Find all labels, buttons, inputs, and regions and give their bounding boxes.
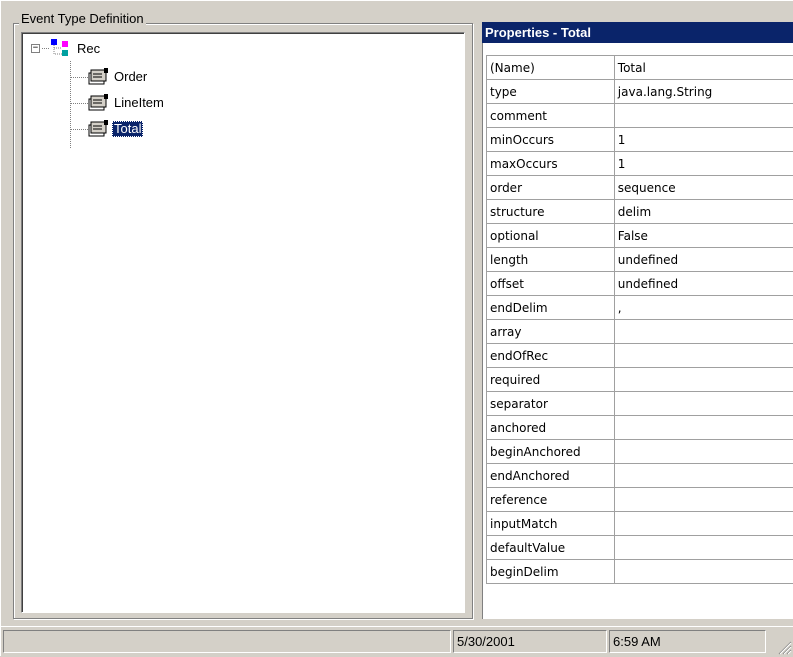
tree-item-label: LineItem [112, 95, 166, 111]
field-property-icon [88, 119, 110, 138]
field-property-icon [88, 93, 110, 112]
property-row[interactable]: offsetundefined [487, 272, 793, 296]
tree-item-label: Order [112, 69, 149, 85]
property-grid: (Name)Totaltypejava.lang.Stringcommentmi… [486, 55, 793, 584]
property-row[interactable]: separator [487, 392, 793, 416]
property-row[interactable]: typejava.lang.String [487, 80, 793, 104]
property-value[interactable] [614, 320, 793, 344]
property-name: length [487, 248, 615, 272]
property-value[interactable]: undefined [614, 248, 793, 272]
tree-connector [70, 77, 88, 78]
tree-item-total[interactable]: Total [22, 118, 466, 140]
property-value[interactable] [614, 536, 793, 560]
status-panel-main [3, 630, 451, 653]
property-row[interactable]: lengthundefined [487, 248, 793, 272]
property-name: comment [487, 104, 615, 128]
property-row[interactable]: required [487, 368, 793, 392]
app-window: Event Type Definition − Rec Order [0, 0, 793, 656]
properties-header: Properties - Total [482, 22, 793, 43]
property-name: required [487, 368, 615, 392]
property-value[interactable] [614, 560, 793, 584]
property-value[interactable] [614, 440, 793, 464]
property-row[interactable]: maxOccurs1 [487, 152, 793, 176]
collapse-toggle[interactable]: − [31, 44, 40, 53]
property-row[interactable]: array [487, 320, 793, 344]
property-value[interactable]: 1 [614, 152, 793, 176]
properties-body: (Name)Totaltypejava.lang.Stringcommentmi… [482, 43, 793, 619]
tree-item-label-selected: Total [112, 121, 143, 137]
property-name: minOccurs [487, 128, 615, 152]
property-row[interactable]: comment [487, 104, 793, 128]
property-row[interactable]: (Name)Total [487, 56, 793, 80]
property-row[interactable]: anchored [487, 416, 793, 440]
property-name: separator [487, 392, 615, 416]
property-row[interactable]: defaultValue [487, 536, 793, 560]
resize-grip-icon[interactable] [778, 641, 792, 655]
property-value[interactable]: , [614, 296, 793, 320]
property-name: type [487, 80, 615, 104]
status-time: 6:59 AM [609, 630, 766, 653]
tree-item-order[interactable]: Order [22, 66, 466, 88]
property-row[interactable]: ordersequence [487, 176, 793, 200]
status-date: 5/30/2001 [453, 630, 607, 653]
property-row[interactable]: reference [487, 488, 793, 512]
property-name: maxOccurs [487, 152, 615, 176]
tree-connector [70, 103, 88, 104]
property-row[interactable]: beginAnchored [487, 440, 793, 464]
property-name: endAnchored [487, 464, 615, 488]
property-row[interactable]: inputMatch [487, 512, 793, 536]
property-value[interactable] [614, 392, 793, 416]
property-row[interactable]: structuredelim [487, 200, 793, 224]
property-row[interactable]: endAnchored [487, 464, 793, 488]
property-name: offset [487, 272, 615, 296]
property-name: (Name) [487, 56, 615, 80]
event-tree[interactable]: − Rec Order [21, 32, 465, 613]
property-row[interactable]: minOccurs1 [487, 128, 793, 152]
property-value[interactable]: java.lang.String [614, 80, 793, 104]
property-name: inputMatch [487, 512, 615, 536]
property-name: array [487, 320, 615, 344]
property-value[interactable] [614, 104, 793, 128]
property-row[interactable]: optionalFalse [487, 224, 793, 248]
property-value[interactable]: undefined [614, 272, 793, 296]
property-value[interactable]: 1 [614, 128, 793, 152]
property-name: endOfRec [487, 344, 615, 368]
record-structure-icon [49, 38, 71, 58]
property-value[interactable] [614, 464, 793, 488]
property-value[interactable] [614, 368, 793, 392]
property-row[interactable]: endDelim, [487, 296, 793, 320]
property-value[interactable] [614, 512, 793, 536]
property-value[interactable]: sequence [614, 176, 793, 200]
property-value[interactable] [614, 416, 793, 440]
tree-item-lineitem[interactable]: LineItem [22, 92, 466, 114]
property-value[interactable]: delim [614, 200, 793, 224]
tree-root-label[interactable]: Rec [75, 41, 102, 57]
field-property-icon [88, 67, 110, 86]
status-bar: 5/30/2001 6:59 AM [1, 626, 793, 657]
property-value[interactable]: False [614, 224, 793, 248]
tree-connector [42, 48, 49, 49]
property-name: anchored [487, 416, 615, 440]
property-name: defaultValue [487, 536, 615, 560]
group-title: Event Type Definition [19, 12, 146, 26]
property-value[interactable] [614, 344, 793, 368]
property-row[interactable]: beginDelim [487, 560, 793, 584]
properties-panel: Properties - Total (Name)Totaltypejava.l… [482, 22, 793, 619]
property-name: order [487, 176, 615, 200]
property-value[interactable]: Total [614, 56, 793, 80]
property-name: beginAnchored [487, 440, 615, 464]
property-row[interactable]: endOfRec [487, 344, 793, 368]
property-name: optional [487, 224, 615, 248]
property-name: reference [487, 488, 615, 512]
property-name: endDelim [487, 296, 615, 320]
property-name: structure [487, 200, 615, 224]
tree-connector [70, 129, 88, 130]
property-value[interactable] [614, 488, 793, 512]
property-name: beginDelim [487, 560, 615, 584]
